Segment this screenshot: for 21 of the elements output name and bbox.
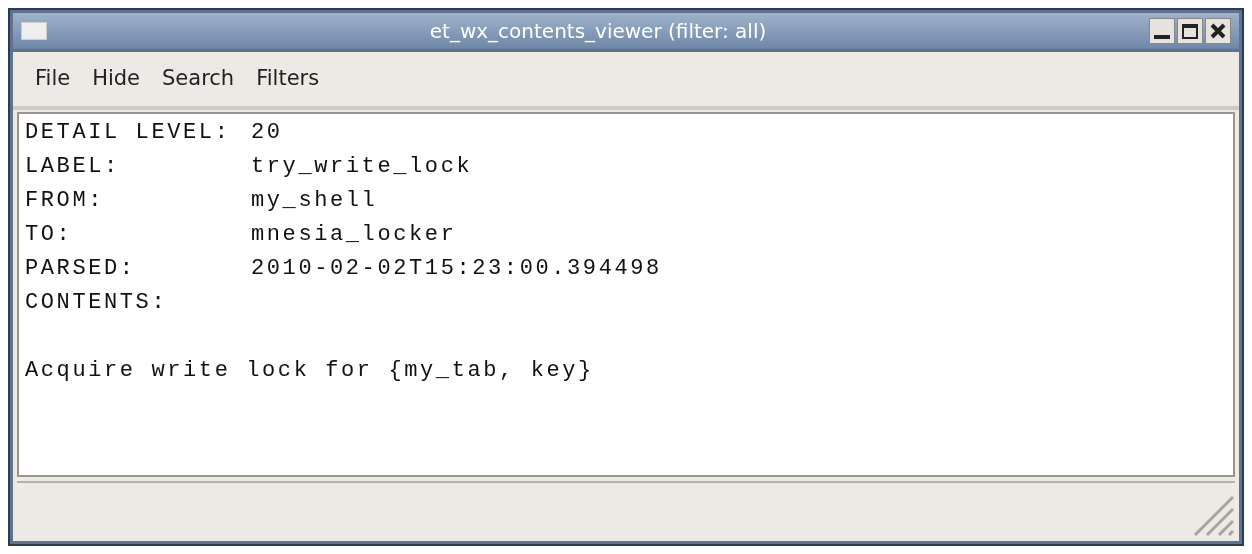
field-label: CONTENTS: — [25, 289, 169, 317]
menu-item[interactable]: Hide — [92, 63, 141, 95]
close-icon — [1210, 23, 1226, 39]
field-label: LABEL: — [25, 153, 121, 181]
close-button[interactable] — [1205, 18, 1231, 44]
field-value: 2010-02-02T15:23:00.394498 — [251, 255, 662, 283]
field-label: PARSED: — [25, 255, 137, 283]
field-label: FROM: — [25, 187, 105, 215]
menu-item[interactable]: Filters — [256, 63, 320, 95]
menu-item[interactable]: File — [35, 63, 71, 95]
field-value: try_write_lock — [251, 153, 473, 181]
menu-item[interactable]: Search — [162, 63, 235, 95]
field-label: TO: — [25, 221, 74, 249]
contents-text: Acquire write lock for {my_tab, key} — [25, 357, 595, 385]
field-label: DETAIL LEVEL: — [25, 119, 232, 147]
window-title: et_wx_contents_viewer (filter: all) — [428, 18, 768, 45]
field-value: my_shell — [251, 187, 378, 215]
minimize-button[interactable] — [1149, 18, 1175, 44]
maximize-button[interactable] — [1177, 18, 1203, 44]
field-value: 20 — [251, 119, 283, 147]
field-value: mnesia_locker — [251, 221, 457, 249]
